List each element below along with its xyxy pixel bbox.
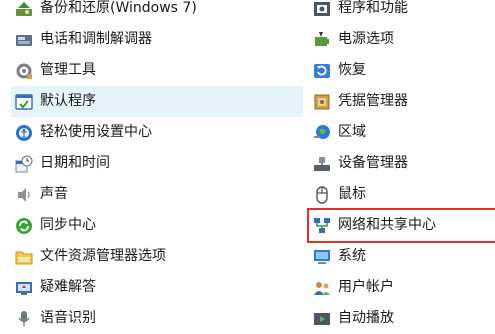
item-sound[interactable]: 声音 bbox=[11, 179, 303, 210]
item-label: 自动播放 bbox=[338, 310, 394, 326]
item-label: 声音 bbox=[40, 186, 68, 202]
item-sync-center[interactable]: 同步中心 bbox=[11, 210, 303, 241]
item-admin-tools[interactable]: 管理工具 bbox=[11, 55, 303, 86]
folder-options-icon bbox=[15, 248, 33, 266]
item-folder-options[interactable]: 文件资源管理器选项 bbox=[11, 241, 303, 272]
phone-modem-icon bbox=[15, 31, 33, 49]
item-recovery[interactable]: 恢复 bbox=[309, 55, 495, 86]
item-user-accounts[interactable]: 用户帐户 bbox=[309, 272, 495, 303]
speech-recognition-icon bbox=[15, 310, 33, 328]
user-accounts-icon bbox=[313, 279, 331, 297]
troubleshooting-icon bbox=[15, 279, 33, 297]
control-panel-left-column: 备份和还原(Windows 7) 电话和调制解调器 管理工具 默认程序 轻松使用… bbox=[11, 0, 303, 334]
network-sharing-icon bbox=[313, 217, 331, 235]
item-programs-features[interactable]: 程序和功能 bbox=[309, 0, 495, 24]
date-time-icon bbox=[15, 155, 33, 173]
admin-tools-icon bbox=[15, 62, 33, 80]
item-credential-manager[interactable]: 凭据管理器 bbox=[309, 86, 495, 117]
sound-icon bbox=[15, 186, 33, 204]
item-label: 备份和还原(Windows 7) bbox=[40, 0, 197, 16]
item-default-programs[interactable]: 默认程序 bbox=[11, 86, 303, 117]
credential-manager-icon bbox=[313, 93, 331, 111]
item-label: 电话和调制解调器 bbox=[40, 31, 152, 47]
item-autoplay[interactable]: 自动播放 bbox=[309, 303, 495, 334]
recovery-icon bbox=[313, 62, 331, 80]
item-ease-of-access[interactable]: 轻松使用设置中心 bbox=[11, 117, 303, 148]
item-label: 文件资源管理器选项 bbox=[40, 248, 166, 264]
default-programs-icon bbox=[15, 93, 33, 111]
item-label: 鼠标 bbox=[338, 186, 366, 202]
item-label: 设备管理器 bbox=[338, 155, 408, 171]
item-label: 凭据管理器 bbox=[338, 93, 408, 109]
item-backup-restore[interactable]: 备份和还原(Windows 7) bbox=[11, 0, 303, 24]
item-label: 系统 bbox=[338, 248, 366, 264]
item-troubleshooting[interactable]: 疑难解答 bbox=[11, 272, 303, 303]
item-label: 区域 bbox=[338, 124, 366, 140]
item-label: 同步中心 bbox=[40, 217, 96, 233]
item-label: 管理工具 bbox=[40, 62, 96, 78]
power-options-icon bbox=[313, 31, 331, 49]
mouse-icon bbox=[313, 185, 331, 204]
programs-features-icon bbox=[313, 0, 331, 18]
item-system[interactable]: 系统 bbox=[309, 241, 495, 272]
item-label: 电源选项 bbox=[338, 31, 394, 47]
item-label: 日期和时间 bbox=[40, 155, 110, 171]
item-label: 用户帐户 bbox=[338, 279, 394, 295]
item-network-sharing-center[interactable]: 网络和共享中心 bbox=[307, 208, 495, 243]
item-speech-recognition[interactable]: 语音识别 bbox=[11, 303, 303, 334]
item-label: 恢复 bbox=[338, 62, 366, 78]
item-label: 网络和共享中心 bbox=[338, 217, 436, 233]
item-label: 轻松使用设置中心 bbox=[40, 124, 152, 140]
item-power-options[interactable]: 电源选项 bbox=[309, 24, 495, 55]
item-label: 程序和功能 bbox=[338, 0, 408, 16]
item-label: 默认程序 bbox=[40, 93, 96, 109]
item-region[interactable]: 区域 bbox=[309, 117, 495, 148]
ease-of-access-icon bbox=[15, 124, 33, 142]
backup-restore-icon bbox=[15, 0, 33, 18]
sync-center-icon bbox=[15, 217, 33, 235]
region-icon bbox=[313, 124, 331, 142]
autoplay-icon bbox=[313, 310, 331, 328]
item-label: 疑难解答 bbox=[40, 279, 96, 295]
device-manager-icon bbox=[313, 155, 331, 173]
control-panel-right-column: 程序和功能 电源选项 恢复 凭据管理器 区域 设备管理器 鼠标 网络和共享中心 … bbox=[307, 0, 495, 334]
item-device-manager[interactable]: 设备管理器 bbox=[309, 148, 495, 179]
item-date-time[interactable]: 日期和时间 bbox=[11, 148, 303, 179]
item-label: 语音识别 bbox=[40, 310, 96, 326]
system-icon bbox=[313, 248, 331, 266]
item-phone-modem[interactable]: 电话和调制解调器 bbox=[11, 24, 303, 55]
item-mouse[interactable]: 鼠标 bbox=[309, 179, 495, 210]
